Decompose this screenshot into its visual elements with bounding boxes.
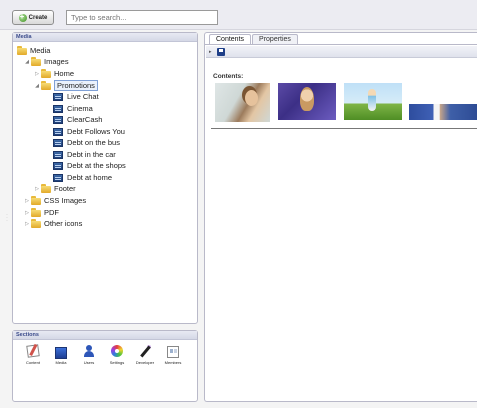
media-panel: Media Media ◢ Images ▷ Home ◢ Promotions… <box>12 32 198 324</box>
create-button-label: Create <box>28 14 48 21</box>
developer-icon <box>139 345 151 357</box>
collapsed-arrow-icon[interactable]: ▷ <box>23 219 31 229</box>
section-settings[interactable]: Settings <box>105 345 129 365</box>
tree-node-debt-at-home[interactable]: Debt at home <box>53 172 112 183</box>
section-content[interactable]: Content <box>21 344 45 365</box>
section-label: Settings <box>109 360 125 365</box>
image-icon <box>53 161 63 170</box>
collapsed-arrow-icon[interactable]: ▷ <box>33 69 41 79</box>
tree-node-label: Debt at the shops <box>67 161 126 170</box>
tree-node-label: Footer <box>54 184 76 193</box>
toolbar-arrow-icon[interactable]: ▸ <box>209 49 212 55</box>
folder-icon <box>41 69 51 78</box>
tree-node-images[interactable]: ◢ Images <box>23 56 69 67</box>
top-toolbar: Create <box>0 0 477 30</box>
settings-icon <box>111 345 123 357</box>
image-icon <box>53 92 63 101</box>
section-developer[interactable]: Developer <box>133 345 157 365</box>
tree-node-css-images[interactable]: ▷ CSS Images <box>23 195 86 206</box>
section-users[interactable]: Users <box>77 345 101 365</box>
section-label: Users <box>83 360 95 365</box>
tree-node-debt-on-the-bus[interactable]: Debt on the bus <box>53 137 120 148</box>
tree-node-label: Debt at home <box>67 173 113 182</box>
tree-node-cinema[interactable]: Cinema <box>53 103 93 114</box>
tab-properties[interactable]: Properties <box>252 34 298 44</box>
section-label: Content <box>25 360 40 365</box>
tab-divider <box>205 44 477 45</box>
folder-icon <box>31 208 41 217</box>
folder-icon <box>41 81 51 90</box>
tree-node-label: ClearCash <box>67 115 103 124</box>
image-icon <box>53 150 63 159</box>
users-icon <box>83 345 95 357</box>
content-toolbar: ▸ <box>206 46 477 58</box>
sections-panel-title: Sections <box>13 331 197 340</box>
tree-node-label: Debt Follows You <box>67 127 125 136</box>
section-label: Media <box>55 360 67 365</box>
collapsed-arrow-icon[interactable]: ▷ <box>23 208 31 218</box>
panel-splitter-handle[interactable]: · · · <box>6 212 8 224</box>
tree-node-label: Live Chat <box>67 92 99 101</box>
tree-node-live-chat[interactable]: Live Chat <box>53 91 99 102</box>
sections-panel: Sections Content Media Users Settings De… <box>12 330 198 402</box>
create-button[interactable]: Create <box>12 10 54 25</box>
tree-node-debt-follows-you[interactable]: Debt Follows You <box>53 126 125 137</box>
section-label: Developer <box>135 360 155 365</box>
section-media[interactable]: Media <box>49 345 73 365</box>
tree-node-debt-at-the-shops[interactable]: Debt at the shops <box>53 160 126 171</box>
tree-node-label: Images <box>44 57 69 66</box>
tree-node-label: Home <box>54 69 75 78</box>
tree-node-promotions[interactable]: ◢ Promotions <box>33 80 98 91</box>
content-icon <box>26 344 40 358</box>
image-icon <box>53 173 63 182</box>
tree-node-label: Debt on the bus <box>67 138 120 147</box>
thumbnail-strip-border <box>211 128 477 129</box>
tree-node-clearcash[interactable]: ClearCash <box>53 114 102 125</box>
media-panel-title: Media <box>13 33 197 42</box>
tree-node-pdf[interactable]: ▷ PDF <box>23 207 59 218</box>
expanded-arrow-icon[interactable]: ◢ <box>33 81 41 91</box>
tree-node-label: PDF <box>44 208 59 217</box>
image-icon <box>53 138 63 147</box>
tree-node-other-icons[interactable]: ▷ Other icons <box>23 218 82 229</box>
folder-icon <box>31 196 41 205</box>
image-icon <box>53 104 63 113</box>
folder-icon <box>17 46 27 55</box>
tree-node-media[interactable]: Media <box>17 45 50 56</box>
search-input[interactable] <box>66 10 218 25</box>
tree-node-label: Media <box>30 46 51 55</box>
members-icon <box>167 346 179 358</box>
folder-icon <box>31 219 41 228</box>
expanded-arrow-icon[interactable]: ◢ <box>23 57 31 67</box>
collapsed-arrow-icon[interactable]: ▷ <box>33 184 41 194</box>
tree-node-label: Cinema <box>67 104 93 113</box>
tree-node-debt-in-the-car[interactable]: Debt in the car <box>53 149 116 160</box>
save-icon[interactable] <box>217 48 225 56</box>
media-icon <box>55 347 67 359</box>
promo-woman-thumbnail[interactable] <box>278 83 336 120</box>
tree-node-label: Debt in the car <box>67 150 116 159</box>
collapsed-arrow-icon[interactable]: ▷ <box>23 196 31 206</box>
section-members[interactable]: Members <box>161 345 185 365</box>
image-icon <box>53 127 63 136</box>
contents-label: Contents: <box>213 73 244 80</box>
create-plus-icon <box>18 12 27 22</box>
folder-icon <box>31 57 41 66</box>
image-icon <box>53 115 63 124</box>
tree-node-home[interactable]: ▷ Home <box>33 68 74 79</box>
tree-node-label: CSS Images <box>44 196 87 205</box>
tree-node-footer[interactable]: ▷ Footer <box>33 183 76 194</box>
tree-node-label: Promotions <box>54 80 98 91</box>
live-chat-thumbnail[interactable] <box>215 83 270 122</box>
tree-node-label: Other icons <box>44 219 83 228</box>
folder-icon <box>41 184 51 193</box>
banner-thumbnail[interactable] <box>409 104 477 120</box>
field-thumbnail[interactable] <box>344 83 402 120</box>
content-panel: Contents Properties ▸ Contents: <box>204 32 477 402</box>
section-label: Members <box>164 360 182 365</box>
